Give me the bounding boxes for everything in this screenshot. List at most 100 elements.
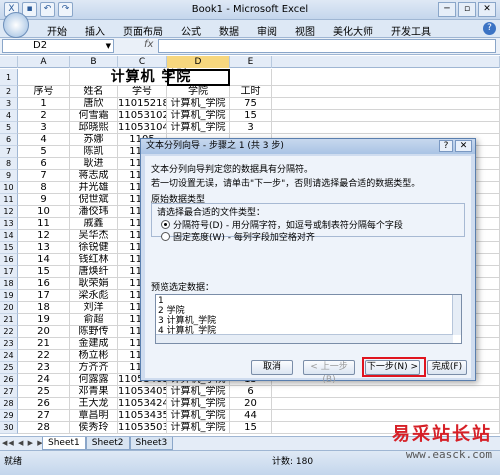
radio-fixed-width-dot[interactable]	[161, 232, 170, 241]
maximize-button[interactable]: ▫	[458, 2, 476, 17]
cell[interactable]: 11	[18, 218, 70, 230]
row-header[interactable]: 26	[0, 374, 18, 386]
cell[interactable]: 6	[18, 158, 70, 170]
cell[interactable]: 28	[18, 422, 70, 434]
row-header[interactable]: 3	[0, 98, 18, 110]
cell[interactable]: 覃昌明	[70, 410, 118, 422]
row-header[interactable]: 11	[0, 194, 18, 206]
minimize-button[interactable]: ─	[438, 2, 456, 17]
row-header[interactable]: 30	[0, 422, 18, 434]
cell[interactable]: 11053435	[118, 410, 167, 422]
cell[interactable]: 梁永彪	[70, 290, 118, 302]
row-header[interactable]: 10	[0, 182, 18, 194]
cell[interactable]: 15	[18, 266, 70, 278]
cell[interactable]: 唐欣	[70, 98, 118, 110]
cell[interactable]: 吴华杰	[70, 230, 118, 242]
cell[interactable]: 蒋志成	[70, 170, 118, 182]
row-header[interactable]: 13	[0, 218, 18, 230]
radio-delimited-dot[interactable]	[161, 220, 170, 229]
ribbon-tab[interactable]: 开始	[38, 23, 76, 38]
office-button[interactable]	[3, 12, 29, 38]
cell[interactable]: 8	[18, 182, 70, 194]
cell[interactable]: 戚鑫	[70, 218, 118, 230]
cell[interactable]: 3	[230, 122, 272, 134]
cell[interactable]: 计算机_学院	[167, 110, 230, 122]
cell[interactable]	[272, 398, 500, 410]
cell[interactable]: 13	[18, 242, 70, 254]
cell[interactable]: 学号	[118, 86, 167, 98]
cell[interactable]	[272, 69, 500, 86]
cell[interactable]: 9	[18, 194, 70, 206]
cell[interactable]: 计算机_学院	[167, 410, 230, 422]
cell[interactable]: 10	[18, 206, 70, 218]
row-header[interactable]: 28	[0, 398, 18, 410]
help-icon[interactable]: ?	[439, 140, 453, 152]
preview-horizontal-scrollbar[interactable]	[156, 334, 453, 343]
ribbon-tab[interactable]: 开发工具	[382, 23, 440, 38]
ribbon-tab[interactable]: 美化大师	[324, 23, 382, 38]
column-header-a[interactable]: A	[18, 56, 70, 68]
cell[interactable]: 21	[18, 338, 70, 350]
cell[interactable]: 耿荣娟	[70, 278, 118, 290]
row-header[interactable]: 22	[0, 326, 18, 338]
column-header-c[interactable]: C	[118, 56, 167, 68]
row-header[interactable]: 29	[0, 410, 18, 422]
row-header[interactable]: 9	[0, 170, 18, 182]
cell[interactable]: 18	[18, 302, 70, 314]
cell[interactable]: 44	[230, 410, 272, 422]
cell[interactable]: 计算机_学院	[167, 386, 230, 398]
function-icon[interactable]: fx	[144, 39, 153, 50]
cell[interactable]: 14	[18, 254, 70, 266]
row-header[interactable]: 4	[0, 110, 18, 122]
cell[interactable]: 何露露	[70, 374, 118, 386]
cell[interactable]: 11053102	[118, 110, 167, 122]
data-preview[interactable]: 12 学院 3 计算机_学院 4 计算机_学院	[155, 294, 462, 344]
row-header[interactable]: 7	[0, 146, 18, 158]
ribbon-tab[interactable]: 审阅	[248, 23, 286, 38]
ribbon-tab[interactable]: 数据	[210, 23, 248, 38]
cell[interactable]: 学院	[167, 86, 230, 98]
cell[interactable]	[272, 122, 500, 134]
cell[interactable]	[272, 110, 500, 122]
cell[interactable]	[272, 98, 500, 110]
sheet-tab-sheet3[interactable]: Sheet3	[129, 437, 174, 450]
row-header[interactable]: 8	[0, 158, 18, 170]
cell[interactable]: 倪世斌	[70, 194, 118, 206]
name-box[interactable]: D2 ▼	[2, 39, 114, 53]
row-header[interactable]: 14	[0, 230, 18, 242]
cell[interactable]: 序号	[18, 86, 70, 98]
row-header[interactable]: 20	[0, 302, 18, 314]
radio-fixed-width[interactable]: 固定宽度(W) - 每列字段加空格对齐	[161, 230, 315, 243]
select-all-corner[interactable]	[0, 56, 18, 68]
cell[interactable]: 3	[18, 122, 70, 134]
cell[interactable]: 陈凯	[70, 146, 118, 158]
cell[interactable]: 邓青果	[70, 386, 118, 398]
cell[interactable]: 20	[18, 326, 70, 338]
row-header[interactable]: 6	[0, 134, 18, 146]
cell[interactable]: 方齐齐	[70, 362, 118, 374]
cell[interactable]: 钱红林	[70, 254, 118, 266]
row-header[interactable]: 16	[0, 254, 18, 266]
cell[interactable]: 22	[18, 350, 70, 362]
cell[interactable]: 2	[18, 110, 70, 122]
cell[interactable]: 20	[230, 398, 272, 410]
cell[interactable]: 15	[230, 110, 272, 122]
cell[interactable]: 11053424	[118, 398, 167, 410]
cell[interactable]: 侯秀玲	[70, 422, 118, 434]
row-header[interactable]: 2	[0, 86, 18, 98]
cell[interactable]	[18, 69, 70, 86]
row-header[interactable]: 27	[0, 386, 18, 398]
cell[interactable]: 12	[18, 230, 70, 242]
row-header[interactable]: 12	[0, 206, 18, 218]
row-header[interactable]: 15	[0, 242, 18, 254]
cell[interactable]: 75	[230, 98, 272, 110]
cell[interactable]: 7	[18, 170, 70, 182]
cell[interactable]: 17	[18, 290, 70, 302]
cell[interactable]: 23	[18, 362, 70, 374]
cell[interactable]: 刘洋	[70, 302, 118, 314]
cell[interactable]: 24	[18, 374, 70, 386]
cell[interactable]	[272, 386, 500, 398]
column-header-e[interactable]: E	[230, 56, 272, 68]
cell[interactable]: 11053104	[118, 122, 167, 134]
cell[interactable]: 陈野传	[70, 326, 118, 338]
